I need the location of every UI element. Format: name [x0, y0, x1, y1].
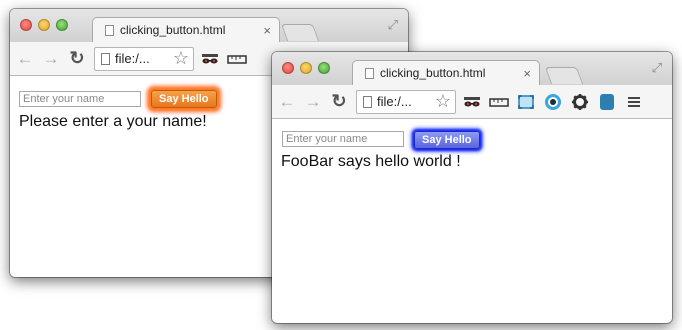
close-window-button[interactable] [282, 62, 294, 74]
incognito-extension-icon[interactable] [199, 48, 221, 70]
incognito-extension-icon[interactable] [461, 91, 483, 113]
gear-icon[interactable] [569, 91, 591, 113]
page-icon [365, 67, 374, 79]
back-icon[interactable]: ← [14, 49, 36, 69]
eye-extension-icon[interactable] [542, 91, 564, 113]
greeting-message: Please enter a your name! [19, 113, 207, 130]
address-bar[interactable]: file:/... ☆ [356, 89, 456, 114]
name-input[interactable] [282, 131, 404, 147]
ruler-extension-icon[interactable] [226, 48, 248, 70]
browser-window-front: clicking_button.html × ⤢ ← → ↻ file:/...… [272, 52, 672, 323]
title-bar: clicking_button.html × ⤢ [272, 52, 672, 85]
forward-icon[interactable]: → [302, 92, 324, 112]
bookmark-star-icon[interactable]: ☆ [435, 91, 451, 112]
forward-icon[interactable]: → [40, 49, 62, 69]
tab-close-icon[interactable]: × [523, 66, 531, 81]
address-bar[interactable]: file:/... ☆ [94, 46, 194, 71]
tab-close-icon[interactable]: × [263, 23, 271, 38]
page-icon [105, 24, 114, 36]
window-controls [282, 62, 330, 74]
fullscreen-icon[interactable]: ⤢ [652, 60, 662, 76]
title-bar: clicking_button.html × ⤢ [10, 9, 408, 42]
reload-icon[interactable]: ↻ [328, 91, 350, 112]
tab-clicking-button[interactable]: clicking_button.html × [92, 17, 280, 42]
say-hello-button[interactable]: Say Hello [414, 131, 480, 149]
ruler-extension-icon[interactable] [488, 91, 510, 113]
menu-icon[interactable] [623, 91, 645, 113]
new-tab-button[interactable] [280, 24, 320, 41]
moon-extension-icon[interactable] [596, 91, 618, 113]
page-icon [363, 95, 372, 108]
fullscreen-icon[interactable]: ⤢ [388, 17, 398, 33]
tab-title: clicking_button.html [120, 23, 226, 37]
tab-title: clicking_button.html [380, 66, 486, 80]
zoom-window-button[interactable] [56, 19, 68, 31]
close-window-button[interactable] [20, 19, 32, 31]
address-text: file:/... [115, 51, 150, 66]
screen-capture-extension-icon[interactable] [515, 91, 537, 113]
reload-icon[interactable]: ↻ [66, 48, 88, 69]
minimize-window-button[interactable] [38, 19, 50, 31]
greeting-message: FooBar says hello world ! [281, 153, 461, 170]
address-text: file:/... [377, 94, 412, 109]
toolbar: ← → ↻ file:/... ☆ [272, 85, 672, 119]
window-controls [20, 19, 68, 31]
minimize-window-button[interactable] [300, 62, 312, 74]
name-input[interactable] [19, 91, 141, 107]
back-icon[interactable]: ← [276, 92, 298, 112]
zoom-window-button[interactable] [318, 62, 330, 74]
tab-clicking-button[interactable]: clicking_button.html × [352, 60, 540, 85]
page-icon [101, 52, 110, 65]
say-hello-button[interactable]: Say Hello [151, 90, 217, 108]
bookmark-star-icon[interactable]: ☆ [173, 48, 189, 69]
new-tab-button[interactable] [544, 67, 584, 84]
